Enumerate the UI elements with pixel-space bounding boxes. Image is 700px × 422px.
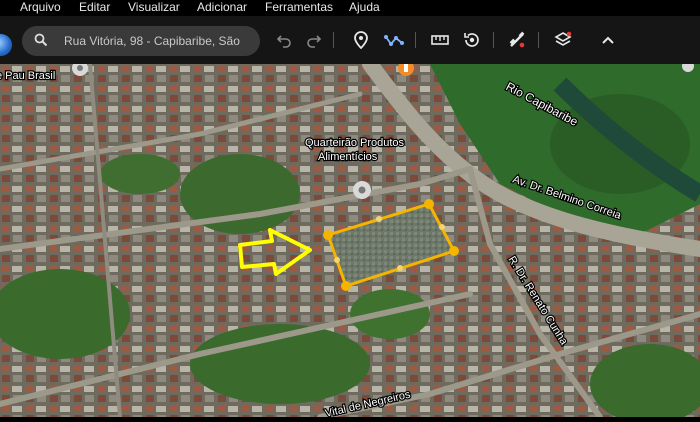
polygon-midpoint[interactable]: [439, 224, 445, 230]
search-box[interactable]: Rua Vitória, 98 - Capibaribe, São: [22, 26, 260, 56]
collapse-icon[interactable]: [596, 28, 620, 52]
layers-icon[interactable]: [551, 28, 575, 52]
search-input[interactable]: Rua Vitória, 98 - Capibaribe, São: [64, 34, 258, 48]
toolbar-divider: [333, 32, 334, 48]
undo-icon[interactable]: [272, 28, 296, 52]
poi-marker[interactable]: [353, 181, 371, 199]
toolbar-divider: [493, 32, 494, 48]
map-label-poi-line2: Alimentícios: [318, 151, 378, 163]
satellite-map[interactable]: e Pau Brasil Rio Capibaribe Quarteirão P…: [0, 56, 700, 422]
menu-bar: Arquivo Editar Visualizar Adicionar Ferr…: [0, 0, 700, 16]
map-label-pau-brasil: e Pau Brasil: [0, 70, 55, 82]
polygon-vertex[interactable]: [424, 199, 434, 209]
menu-adicionar[interactable]: Adicionar: [197, 0, 247, 15]
toolbar-divider: [415, 32, 416, 48]
path-icon[interactable]: [382, 28, 406, 52]
toolbar-divider: [538, 32, 539, 48]
menu-ferramentas[interactable]: Ferramentas: [265, 0, 333, 15]
polygon-midpoint[interactable]: [397, 265, 403, 271]
toolbar: Rua Vitória, 98 - Capibaribe, São: [0, 16, 700, 64]
ruler-icon[interactable]: [428, 28, 452, 52]
polygon-vertex[interactable]: [449, 246, 459, 256]
satellite-icon[interactable]: [505, 28, 529, 52]
menu-arquivo[interactable]: Arquivo: [20, 0, 61, 15]
polygon-vertex[interactable]: [341, 281, 351, 291]
menu-ajuda[interactable]: Ajuda: [349, 0, 380, 15]
history-icon[interactable]: [460, 28, 484, 52]
menu-visualizar[interactable]: Visualizar: [128, 0, 180, 15]
redo-icon[interactable]: [302, 28, 326, 52]
menu-editar[interactable]: Editar: [79, 0, 110, 15]
polygon-midpoint[interactable]: [334, 257, 340, 263]
polygon-midpoint[interactable]: [376, 216, 382, 222]
polygon-vertex[interactable]: [323, 230, 333, 240]
map-label-poi-line1: Quarteirão Produtos: [305, 137, 405, 149]
earth-logo-icon: [0, 34, 12, 56]
placemark-icon[interactable]: [349, 28, 373, 52]
search-icon: [34, 33, 48, 47]
